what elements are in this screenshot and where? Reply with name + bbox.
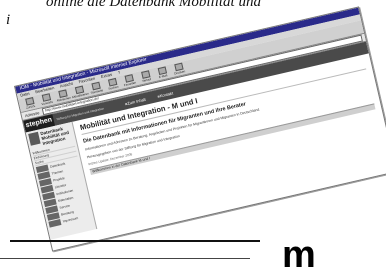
- print-button[interactable]: Drucken: [170, 62, 187, 76]
- brand-image: [28, 131, 41, 146]
- menu-help[interactable]: ?: [117, 70, 120, 75]
- divider-rule: [10, 240, 260, 242]
- back-button[interactable]: Zurück: [21, 96, 38, 110]
- imprint-thumb: [48, 219, 62, 228]
- publisher-logo: m: [282, 234, 316, 276]
- home-button[interactable]: Startseite: [88, 81, 105, 95]
- refresh-button[interactable]: Aktualisieren: [71, 85, 89, 99]
- divider-rule-thin: [0, 258, 250, 259]
- sidebar-item-label: Impressum: [62, 216, 79, 224]
- forward-button[interactable]: Vorwärts: [38, 93, 55, 107]
- search-button[interactable]: Suchen: [104, 77, 121, 91]
- mail-label: E-Mail: [158, 73, 168, 80]
- menu-file[interactable]: Datei: [20, 91, 30, 98]
- mail-button[interactable]: E-Mail: [154, 66, 171, 80]
- favorites-button[interactable]: Favoriten: [121, 73, 138, 87]
- caption-line-1: online die Datenbank Mobilität und: [46, 0, 261, 10]
- back-label: Zurück: [25, 103, 36, 110]
- stop-button[interactable]: Abbrechen: [54, 89, 71, 103]
- browser-window-screenshot: IOM - Mobilität und Integration - Micros…: [14, 6, 386, 252]
- nav-link-contact[interactable]: Kontakt: [157, 90, 173, 98]
- history-button[interactable]: Verlauf: [137, 70, 154, 84]
